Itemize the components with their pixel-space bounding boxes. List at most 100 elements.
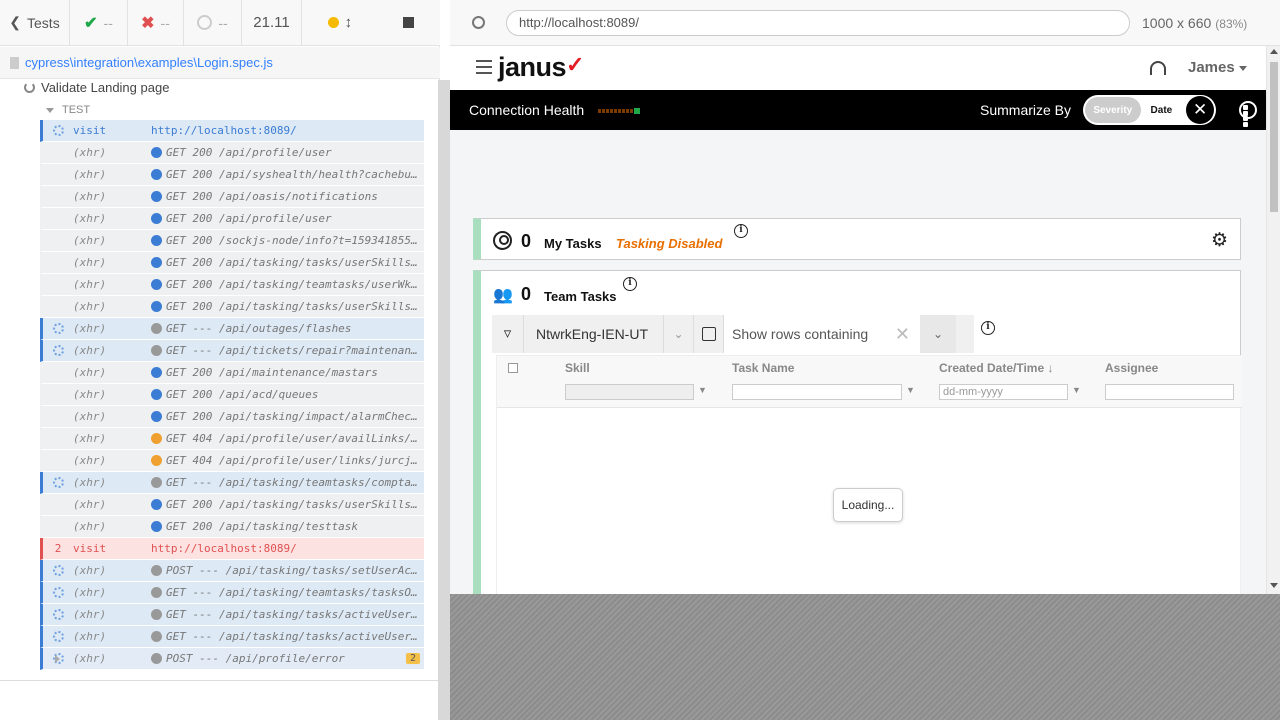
- command-xhr[interactable]: (xhr) GET 200 /api/acd/queues: [40, 384, 424, 406]
- task-name-filter-input[interactable]: [732, 384, 902, 400]
- command-name: visit: [73, 542, 107, 555]
- column-header-task-name[interactable]: Task Name: [732, 361, 794, 375]
- command-name: visit: [73, 124, 107, 137]
- headset-icon[interactable]: [1150, 61, 1166, 75]
- command-xhr[interactable]: (xhr) GET 200 /api/tasking/tasks/userSkil…: [40, 252, 424, 274]
- tests-button[interactable]: ❮ Tests: [0, 0, 70, 46]
- command-xhr[interactable]: (xhr) POST --- /api/tasking/tasks/setUser…: [40, 560, 424, 582]
- command-xhr[interactable]: (xhr) GET 200 /api/profile/user: [40, 142, 424, 164]
- command-number: [43, 609, 73, 620]
- spec-path-link[interactable]: cypress\integration\examples\Login.spec.…: [25, 55, 273, 70]
- check-mark-icon: ✓: [566, 52, 584, 77]
- clear-icon[interactable]: ✕: [895, 324, 910, 345]
- command-visit[interactable]: visit http://localhost:8089/: [40, 120, 424, 142]
- url-bar[interactable]: http://localhost:8089/: [506, 9, 1130, 36]
- info-icon[interactable]: i: [623, 277, 637, 291]
- auto-scroll-control[interactable]: ↕: [327, 14, 352, 31]
- count-badge: 2: [405, 653, 420, 664]
- column-header-created[interactable]: Created Date/Time ↓: [939, 361, 1054, 375]
- tasking-status: Tasking Disabled: [616, 236, 723, 251]
- expand-caret-icon[interactable]: [55, 655, 60, 663]
- command-message-text: GET --- /api/tickets/repair?maintenan…: [166, 344, 418, 357]
- assignee-filter-input[interactable]: [1105, 384, 1234, 400]
- selector-playground-button[interactable]: [450, 16, 506, 29]
- column-header-assignee[interactable]: Assignee: [1105, 361, 1158, 375]
- info-icon[interactable]: i: [734, 224, 748, 238]
- spinner-icon: [52, 323, 64, 334]
- command-message-text: GET 200 /api/tasking/impact/alarmChec…: [166, 410, 418, 423]
- command-xhr[interactable]: (xhr) GET --- /api/tasking/teamtasks/comp…: [40, 472, 424, 494]
- severity-option[interactable]: Severity: [1085, 97, 1141, 123]
- command-message: GET 404 /api/profile/user/availLinks/…: [151, 432, 424, 445]
- show-rows-filter[interactable]: Show rows containing ✕: [724, 315, 920, 353]
- command-message-text: GET 200 /api/tasking/teamtasks/userWk…: [166, 278, 418, 291]
- command-xhr[interactable]: (xhr) POST --- /api/profile/error 2: [40, 648, 424, 670]
- gear-icon[interactable]: ⚙: [1211, 229, 1228, 252]
- skill-filter-input[interactable]: [565, 384, 694, 400]
- command-message-text: GET 200 /api/oasis/notifications: [166, 190, 378, 203]
- info-icon[interactable]: i: [981, 321, 995, 335]
- vertical-scrollbar[interactable]: [1266, 46, 1280, 594]
- command-message-text: GET 404 /api/profile/user/links/jurcj…: [166, 454, 418, 467]
- command-xhr[interactable]: (xhr) GET 200 /api/tasking/impact/alarmCh…: [40, 406, 424, 428]
- test-section-toggle[interactable]: TEST: [46, 104, 90, 116]
- command-xhr[interactable]: (xhr) GET 200 /api/tasking/testtask: [40, 516, 424, 538]
- command-xhr[interactable]: (xhr) GET 200 /api/tasking/teamtasks/user…: [40, 274, 424, 296]
- command-message: POST --- /api/tasking/tasks/setUserAc…: [151, 564, 424, 577]
- command-xhr[interactable]: (xhr) GET 200 /api/tasking/tasks/userSkil…: [40, 296, 424, 318]
- command-xhr[interactable]: (xhr) GET 404 /api/profile/user/availLink…: [40, 428, 424, 450]
- team-select[interactable]: NtwrkEng-IEN-UT: [524, 315, 664, 353]
- close-icon[interactable]: ✕: [1186, 96, 1215, 124]
- connection-health-label: Connection Health: [469, 102, 585, 118]
- tests-label: Tests: [27, 14, 60, 31]
- command-xhr[interactable]: (xhr) GET 404 /api/profile/user/links/jur…: [40, 450, 424, 472]
- command-visit[interactable]: 2 visit http://localhost:8089/: [40, 538, 424, 560]
- hamburger-menu-icon[interactable]: [476, 60, 492, 78]
- passed-count: ✔ --: [70, 0, 128, 46]
- command-number: [43, 323, 73, 334]
- scrollbar-thumb[interactable]: [1270, 62, 1278, 212]
- command-xhr[interactable]: (xhr) GET --- /api/tasking/tasks/activeUs…: [40, 604, 424, 626]
- my-tasks-label: My Tasks: [544, 236, 602, 251]
- apps-grid-icon[interactable]: [1239, 101, 1257, 128]
- chevron-down-icon[interactable]: ⌄: [920, 315, 956, 353]
- pending-count: --: [184, 0, 242, 46]
- date-filter-input[interactable]: dd-mm-yyyy: [939, 384, 1068, 400]
- command-name: (xhr): [73, 146, 107, 159]
- scroll-down-icon[interactable]: [1270, 583, 1278, 588]
- stop-icon[interactable]: [403, 17, 415, 28]
- status-dot-icon: [151, 411, 162, 422]
- command-xhr[interactable]: (xhr) GET 200 /api/oasis/notifications: [40, 186, 424, 208]
- chevron-down-icon[interactable]: ⌄: [664, 315, 694, 353]
- command-message-text: GET 200 /api/tasking/tasks/userSkills…: [166, 300, 418, 313]
- scroll-up-icon[interactable]: [1270, 49, 1278, 54]
- filter-icon[interactable]: ▼: [698, 385, 707, 395]
- command-xhr[interactable]: (xhr) GET 200 /sockjs-node/info?t=1593418…: [40, 230, 424, 252]
- command-xhr[interactable]: (xhr) GET --- /api/tasking/teamtasks/task…: [40, 582, 424, 604]
- command-message-text: GET 200 /api/maintenance/mastars: [166, 366, 378, 379]
- user-icon: [493, 231, 512, 250]
- status-dot-icon: [151, 565, 162, 576]
- filter-icon[interactable]: ▼: [1072, 385, 1081, 395]
- command-xhr[interactable]: (xhr) GET --- /api/tasking/tasks/activeUs…: [40, 626, 424, 648]
- zoom-level: (83%): [1215, 16, 1248, 31]
- command-xhr[interactable]: (xhr) GET 200 /api/maintenance/mastars: [40, 362, 424, 384]
- command-xhr[interactable]: (xhr) GET 200 /api/tasking/tasks/userSkil…: [40, 494, 424, 516]
- command-xhr[interactable]: (xhr) GET 200 /api/profile/user: [40, 208, 424, 230]
- user-menu[interactable]: James: [1188, 59, 1247, 76]
- filter-icon[interactable]: ▿: [492, 315, 524, 353]
- command-name: (xhr): [73, 410, 107, 423]
- suite-title[interactable]: Validate Landing page: [24, 79, 169, 95]
- spinner-icon: [52, 345, 64, 356]
- select-all-checkbox[interactable]: [508, 363, 518, 373]
- command-xhr[interactable]: (xhr) GET --- /api/outages/flashes: [40, 318, 424, 340]
- save-icon[interactable]: [694, 315, 724, 353]
- status-dot-icon: [151, 345, 162, 356]
- pane-splitter[interactable]: [438, 80, 450, 720]
- command-xhr[interactable]: (xhr) GET --- /api/tickets/repair?mainten…: [40, 340, 424, 362]
- filter-icon[interactable]: ▼: [906, 385, 915, 395]
- command-xhr[interactable]: (xhr) GET 200 /api/syshealth/health?cache…: [40, 164, 424, 186]
- column-header-skill[interactable]: Skill: [565, 361, 590, 375]
- date-option[interactable]: Date: [1141, 97, 1183, 123]
- health-indicator[interactable]: [598, 108, 640, 114]
